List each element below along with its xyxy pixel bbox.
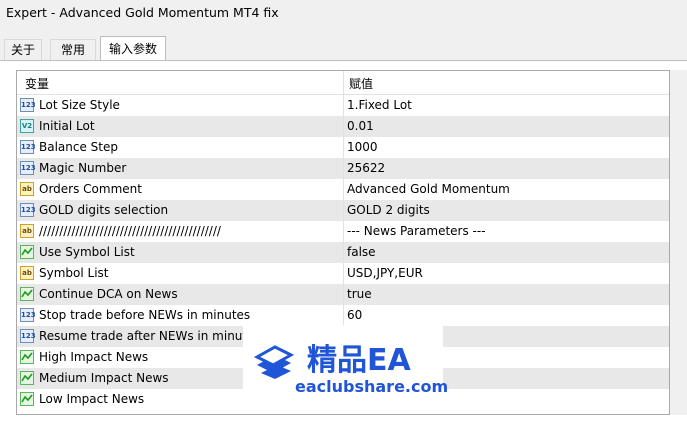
bool-wave-glyph: [21, 352, 33, 361]
bool-wave-glyph: [21, 394, 33, 403]
tab-bar: 关于 常用 输入参数: [0, 36, 687, 61]
param-name: Low Impact News: [39, 392, 145, 406]
string-type-icon: ab: [20, 266, 34, 280]
param-row[interactable]: ab //////////////////////////////////////…: [17, 221, 669, 242]
param-name: High Impact News: [39, 350, 149, 364]
param-row[interactable]: 123 Stop trade before NEWs in minutes 60: [17, 305, 669, 326]
tab-about[interactable]: 关于: [4, 39, 42, 60]
int-type-icon: 123: [20, 308, 36, 322]
int-type-icon: 123: [20, 98, 36, 112]
title-bar: Expert - Advanced Gold Momentum MT4 fix: [0, 0, 687, 30]
param-name: Resume trade after NEWs in minute: [39, 329, 255, 343]
param-value[interactable]: 1000: [347, 140, 378, 154]
param-row[interactable]: ab Symbol List USD,JPY,EUR: [17, 263, 669, 284]
cell-divider: [343, 137, 344, 158]
string-type-icon: ab: [20, 182, 34, 196]
grid-header: 变量 赋值: [17, 71, 669, 95]
param-value[interactable]: 0.01: [347, 119, 374, 133]
param-name: ////////////////////////////////////////…: [39, 224, 221, 238]
param-row[interactable]: ab Orders Comment Advanced Gold Momentum: [17, 179, 669, 200]
cell-divider: [343, 284, 344, 305]
param-name: Lot Size Style: [39, 98, 120, 112]
param-name: GOLD digits selection: [39, 203, 169, 217]
param-row[interactable]: Continue DCA on News true: [17, 284, 669, 305]
column-header-variable[interactable]: 变量: [25, 75, 49, 92]
param-value[interactable]: false: [347, 245, 376, 259]
cell-divider: [343, 95, 344, 116]
cell-divider: [343, 305, 344, 326]
string-type-icon: ab: [20, 224, 34, 238]
cell-divider: [343, 200, 344, 221]
param-value[interactable]: true: [347, 287, 372, 301]
stack-logo-icon: [253, 345, 295, 379]
cell-divider: [343, 158, 344, 179]
param-value[interactable]: 1.Fixed Lot: [347, 98, 412, 112]
param-name: Stop trade before NEWs in minutes: [39, 308, 251, 322]
param-name: Orders Comment: [39, 182, 142, 196]
int-type-icon: 123: [20, 329, 36, 343]
param-row[interactable]: 123 GOLD digits selection GOLD 2 digits: [17, 200, 669, 221]
param-row[interactable]: 123 Lot Size Style 1.Fixed Lot: [17, 95, 669, 116]
param-row[interactable]: 123 Balance Step 1000: [17, 137, 669, 158]
param-name: Continue DCA on News: [39, 287, 178, 301]
cell-divider: [343, 242, 344, 263]
param-value[interactable]: --- News Parameters ---: [347, 224, 486, 238]
column-header-value[interactable]: 赋值: [349, 75, 373, 92]
bool-wave-glyph: [21, 373, 33, 382]
cell-divider: [343, 116, 344, 137]
param-value[interactable]: 60: [347, 308, 362, 322]
bool-type-icon: [20, 350, 34, 364]
param-name: Use Symbol List: [39, 245, 135, 259]
bool-wave-glyph: [21, 247, 33, 256]
bool-wave-glyph: [21, 289, 33, 298]
tab-inputs[interactable]: 输入参数: [100, 36, 166, 61]
param-name: Balance Step: [39, 140, 118, 154]
param-row[interactable]: Use Symbol List false: [17, 242, 669, 263]
bool-type-icon: [20, 287, 34, 301]
watermark-brand: 精品EA: [307, 343, 411, 378]
param-value[interactable]: 25622: [347, 161, 385, 175]
param-row[interactable]: 123 Magic Number 25622: [17, 158, 669, 179]
watermark: 精品EA eaclubshare.com: [243, 325, 448, 410]
int-type-icon: 123: [20, 161, 36, 175]
double-type-icon: V2: [20, 119, 34, 133]
tab-common[interactable]: 常用: [50, 39, 96, 60]
param-value[interactable]: Advanced Gold Momentum: [347, 182, 510, 196]
bool-type-icon: [20, 392, 34, 406]
param-name: Medium Impact News: [39, 371, 169, 385]
column-divider[interactable]: [343, 71, 344, 94]
bool-type-icon: [20, 245, 34, 259]
bool-type-icon: [20, 371, 34, 385]
cell-divider: [343, 221, 344, 242]
cell-divider: [343, 179, 344, 200]
window-title: Expert - Advanced Gold Momentum MT4 fix: [6, 5, 279, 20]
param-name: Initial Lot: [39, 119, 95, 133]
param-name: Symbol List: [39, 266, 109, 280]
int-type-icon: 123: [20, 203, 36, 217]
watermark-url: eaclubshare.com: [295, 377, 449, 396]
param-value[interactable]: USD,JPY,EUR: [347, 266, 423, 280]
right-margin: [670, 70, 687, 415]
int-type-icon: 123: [20, 140, 36, 154]
param-name: Magic Number: [39, 161, 127, 175]
cell-divider: [343, 263, 344, 284]
param-row[interactable]: V2 Initial Lot 0.01: [17, 116, 669, 137]
param-value[interactable]: GOLD 2 digits: [347, 203, 430, 217]
